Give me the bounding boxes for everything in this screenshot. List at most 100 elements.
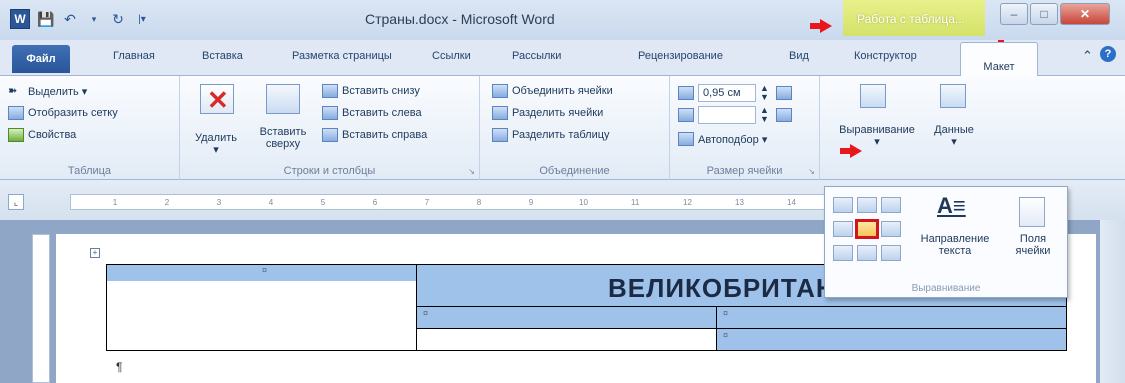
align-bottom-left-button[interactable] [833, 245, 853, 261]
table-cell-mark: ¤ [107, 265, 416, 281]
undo-dropdown-icon[interactable]: ▾ [84, 9, 104, 29]
help-icon[interactable]: ? [1100, 46, 1116, 62]
align-center-left-button[interactable] [833, 221, 853, 237]
data-icon[interactable] [940, 84, 966, 108]
table-move-handle-icon[interactable]: + [90, 248, 100, 258]
align-center-button[interactable] [855, 219, 879, 239]
group-label: Таблица [67, 165, 112, 177]
align-top-left-button[interactable] [833, 197, 853, 213]
save-icon[interactable]: 💾 [36, 9, 56, 29]
tab-page-layout[interactable]: Разметка страницы [292, 50, 392, 62]
align-top-right-button[interactable] [881, 197, 901, 213]
cell-margins-button[interactable]: Поля ячейки [1007, 233, 1059, 257]
delete-button[interactable]: Удалить ▾ [190, 132, 242, 156]
red-arrow-pointer [810, 19, 832, 33]
align-center-right-button[interactable] [881, 221, 901, 237]
group-label: Выравнивание [911, 283, 981, 294]
ruler-tick: 11 [631, 198, 640, 207]
align-top-center-button[interactable] [857, 197, 877, 213]
rows-columns-group: ✕ Удалить ▾ Вставить сверху Вставить снизу… [180, 76, 480, 180]
ruler-tick: 5 [320, 198, 326, 207]
tab-mailings[interactable]: Рассылки [512, 50, 561, 62]
alignment-dropdown: A≡ Направление текста Поля ячейки Выравнив… [824, 186, 1068, 298]
vertical-scrollbar[interactable] [1100, 220, 1125, 383]
minimize-ribbon-icon[interactable]: ⌃ [1082, 48, 1093, 64]
properties-button[interactable]: Свойства [8, 128, 76, 142]
redo-icon[interactable]: ↻ [108, 9, 128, 29]
table-cell[interactable]: ¤ [716, 306, 1067, 329]
horizontal-ruler[interactable]: 1 2 3 4 5 6 7 8 9 10 11 12 13 14 [70, 194, 830, 210]
split-cells-button[interactable]: Разделить ячейки [492, 106, 603, 120]
split-table-button[interactable]: Разделить таблицу [492, 128, 610, 142]
undo-icon[interactable]: ↶ [60, 9, 80, 29]
tab-home[interactable]: Главная [113, 50, 155, 62]
table-cell[interactable]: ¤ [106, 264, 417, 351]
merge-cells-icon [492, 84, 508, 98]
table-cell[interactable] [416, 328, 717, 351]
dialog-launcher-icon[interactable]: ↘ [808, 167, 815, 176]
tab-layout[interactable]: Макет [960, 42, 1038, 77]
merge-cells-button[interactable]: Объединить ячейки [492, 84, 613, 98]
tab-review[interactable]: Рецензирование [638, 50, 723, 62]
column-width-icon [678, 108, 694, 122]
ruler-tick: 1 [112, 198, 118, 207]
row-height-spinner[interactable]: ▲ ▼ [760, 84, 769, 102]
tab-view[interactable]: Вид [789, 50, 809, 62]
properties-icon [8, 128, 24, 142]
row-height-input[interactable]: 0,95 см [698, 84, 756, 102]
insert-left-button[interactable]: Вставить слева [322, 106, 422, 120]
red-arrow-pointer [840, 144, 862, 158]
table-cell[interactable]: ¤ [716, 328, 1067, 351]
alignment-icon[interactable] [860, 84, 886, 108]
ruler-tick: 4 [268, 198, 274, 207]
insert-below-icon [322, 84, 338, 98]
split-table-icon [492, 128, 508, 142]
insert-right-button[interactable]: Вставить справа [322, 128, 427, 142]
ruler-tick: 2 [164, 198, 170, 207]
select-button[interactable]: ➽ Выделить ▾ [8, 84, 87, 98]
ribbon-tabs: Файл Главная Вставка Разметка страницы С… [0, 40, 1125, 77]
table-cell[interactable]: ¤ [416, 306, 717, 329]
window-title: Страны.docx - Microsoft Word [365, 11, 555, 27]
align-bottom-right-button[interactable] [881, 245, 901, 261]
column-width-spinner[interactable]: ▲ ▼ [760, 106, 769, 124]
tab-selector-icon[interactable]: ⌞ [8, 194, 24, 210]
vertical-ruler[interactable] [32, 234, 50, 383]
close-button[interactable]: ✕ [1060, 3, 1110, 25]
tab-insert[interactable]: Вставка [202, 50, 243, 62]
alignment-button[interactable]: Выравнивание ▾ [824, 124, 930, 148]
distribute-columns-icon[interactable] [776, 108, 792, 122]
table-group: ➽ Выделить ▾ Отобразить сетку Свойства Та… [0, 76, 180, 180]
text-direction-button[interactable]: Направление текста [913, 233, 997, 257]
insert-above-button[interactable]: Вставить сверху [254, 126, 312, 150]
merge-group: Объединить ячейки Разделить ячейки Разде… [480, 76, 670, 180]
minimize-button[interactable]: – [1000, 3, 1028, 25]
insert-right-icon [322, 128, 338, 142]
word-window: W 💾 ↶ ▾ ↻ |▾ Страны.docx - Microsoft Wor… [0, 0, 1125, 383]
align-bottom-center-button[interactable] [857, 245, 877, 261]
distribute-rows-icon[interactable] [776, 86, 792, 100]
ruler-tick: 3 [216, 198, 222, 207]
table-cell-mark: ¤ [723, 308, 729, 318]
autofit-button[interactable]: Автоподбор ▾ [678, 132, 767, 146]
insert-left-icon [322, 106, 338, 120]
cell-margins-icon[interactable] [1019, 197, 1045, 227]
delete-table-icon[interactable]: ✕ [200, 84, 234, 115]
tab-references[interactable]: Ссылки [432, 50, 471, 62]
view-gridlines-button[interactable]: Отобразить сетку [8, 106, 118, 120]
gridlines-icon [8, 106, 24, 120]
maximize-button[interactable]: □ [1030, 3, 1058, 25]
ruler-tick: 12 [683, 198, 692, 207]
data-button[interactable]: Данные ▾ [928, 124, 980, 148]
cell-size-group: 0,95 см ▲ ▼ ▲ ▼ Автоподбор ▾ Размер ячейки… [670, 76, 820, 180]
text-direction-icon[interactable]: A≡ [937, 193, 966, 219]
customize-qat-icon[interactable]: |▾ [132, 9, 152, 29]
tab-design[interactable]: Конструктор [854, 50, 917, 62]
dialog-launcher-icon[interactable]: ↘ [468, 167, 475, 176]
column-width-input[interactable] [698, 106, 756, 124]
paragraph-mark: ¶ [116, 360, 123, 374]
insert-below-button[interactable]: Вставить снизу [322, 84, 420, 98]
tab-file[interactable]: Файл [12, 45, 70, 73]
insert-above-icon[interactable] [266, 84, 300, 114]
word-app-icon[interactable]: W [10, 9, 30, 29]
